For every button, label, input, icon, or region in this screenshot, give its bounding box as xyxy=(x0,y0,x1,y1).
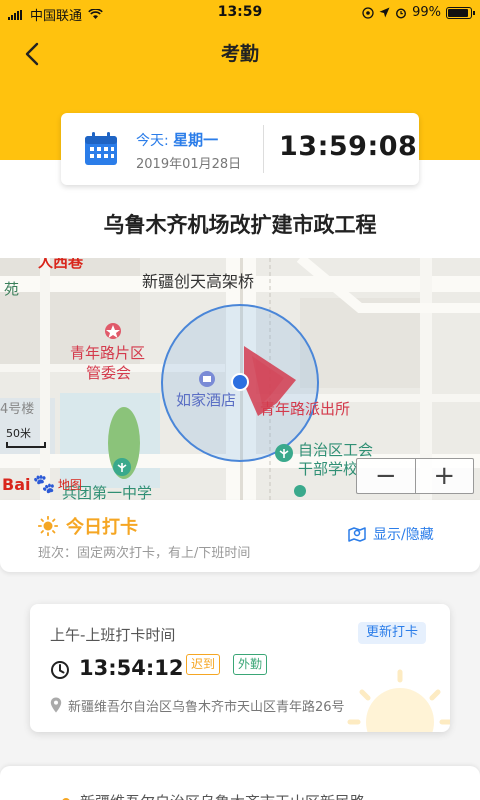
shift-info: 班次：固定两次打卡，有上/下班时间 xyxy=(38,546,251,561)
field-badge: 外勤 xyxy=(233,654,268,675)
map-label-community: 青年路片区 xyxy=(70,344,146,362)
status-bar: 中国联通 13:59 99% xyxy=(0,0,480,26)
page-title: 考勤 xyxy=(220,43,259,65)
baidu-logo-suffix: 地图 xyxy=(57,477,82,492)
sun-icon xyxy=(38,516,58,536)
record-label: 上午-上班打卡时间 xyxy=(50,626,176,644)
project-title: 乌鲁木齐机场改扩建市政工程 xyxy=(103,213,377,237)
map-scale-label: 50米 xyxy=(6,427,31,440)
map-label-fragment: 人西巷 xyxy=(38,258,84,271)
punch-record-card: 上午-上班打卡时间 更新打卡 13:54:12 迟到 外勤 新疆维吾尔自治区乌鲁… xyxy=(30,604,450,732)
clock-icon xyxy=(51,661,69,679)
status-right: 99% xyxy=(362,5,475,20)
date-card: 今天: 星期一 2019年01月28日 13:59:08 xyxy=(61,113,419,185)
late-badge: 迟到 xyxy=(186,654,221,675)
weekday: 星期一 xyxy=(173,131,219,149)
baidu-map-logo: Bai 🐾︎ 地图 xyxy=(2,472,82,496)
zoom-out-button[interactable]: − xyxy=(357,459,415,493)
zoom-in-button[interactable]: + xyxy=(414,459,474,493)
map-label-hotel: 如家酒店 xyxy=(176,391,237,409)
next-record-card: 新疆维吾尔自治区乌鲁木齐市天山区新民路 xyxy=(0,766,480,800)
sun-decoration-icon xyxy=(347,669,450,732)
zoom-control: − + xyxy=(356,458,474,494)
calendar-icon xyxy=(85,132,117,165)
today-prefix: 今天: xyxy=(136,133,169,149)
today-label: 今天: 星期一 xyxy=(136,129,218,150)
punch-address: 新疆维吾尔自治区乌鲁木齐市天山区青年路26号 xyxy=(68,700,345,715)
map-label-building: 4号楼 xyxy=(0,402,35,417)
baidu-logo-text: Bai xyxy=(2,474,31,494)
map-label-union2: 干部学校 xyxy=(298,460,359,478)
card-divider xyxy=(263,125,264,173)
location-pin-icon xyxy=(50,697,62,713)
screen-lock-icon xyxy=(362,6,374,19)
map-label-committee: 管委会 xyxy=(86,364,132,382)
map-label-union1: 自治区工会 xyxy=(298,441,374,459)
punch-header: 今日打卡 班次：固定两次打卡，有上/下班时间 显示/隐藏 xyxy=(0,500,480,572)
punch-title: 今日打卡 xyxy=(66,517,138,538)
toggle-map-button[interactable]: 显示/隐藏 xyxy=(347,524,434,544)
punch-time: 13:54:12 xyxy=(79,656,184,680)
update-punch-button[interactable]: 更新打卡 xyxy=(357,622,426,644)
date-text: 2019年01月28日 xyxy=(136,157,242,172)
map-label-overpass: 新疆创天高架桥 xyxy=(142,272,255,291)
battery-percent: 99% xyxy=(412,5,441,20)
battery-icon xyxy=(446,6,475,19)
current-time: 13:59:08 xyxy=(279,131,418,162)
map-label-edge: 苑 xyxy=(4,280,20,298)
map-scale-line xyxy=(6,442,46,448)
toggle-map-label: 显示/隐藏 xyxy=(373,527,434,543)
map-label-police: 青年路派出所 xyxy=(260,400,351,418)
alarm-icon xyxy=(396,7,407,19)
paw-icon: 🐾︎ xyxy=(31,472,57,496)
map-scale: 50米 xyxy=(6,425,46,448)
location-arrow-icon xyxy=(379,7,390,18)
map-pin-icon xyxy=(348,527,366,542)
next-record-address: 新疆维吾尔自治区乌鲁木齐市天山区新民路 xyxy=(80,791,365,800)
